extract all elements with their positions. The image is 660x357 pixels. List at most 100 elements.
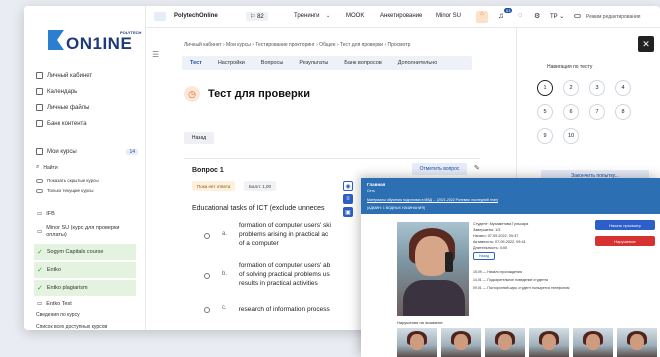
question-nav-4[interactable]: 4 — [615, 80, 631, 96]
proctoring-back-button[interactable]: Назад — [473, 252, 495, 260]
tab-test[interactable]: Тест — [182, 60, 210, 66]
answer-option-c[interactable]: c. research of information process — [204, 305, 359, 314]
menu-mook[interactable]: MOOK — [346, 13, 364, 19]
brand-link[interactable]: PolytechOnline — [174, 13, 218, 19]
show-hidden-toggle[interactable]: Показать скрытые курсы — [36, 178, 99, 183]
violation-button[interactable]: Нарушение — [595, 236, 655, 246]
toggle-icon — [36, 178, 43, 183]
course-item-ifb[interactable]: ▭ IFB — [34, 206, 136, 222]
proctoring-course-link[interactable]: Материалы обучения подготовки в МВД ... … — [367, 198, 498, 202]
close-icon[interactable]: ✕ — [638, 36, 654, 52]
sidebar-item-dashboard[interactable]: Личный кабинет — [36, 72, 92, 79]
question-nav-9[interactable]: 9 — [537, 128, 553, 144]
courses-count-badge: 14 — [126, 148, 138, 155]
menu-toggle-icon[interactable] — [154, 12, 166, 21]
file-icon — [36, 104, 43, 111]
course-icon: ▭ — [37, 228, 43, 235]
proctoring-header-title[interactable]: Главная — [367, 182, 385, 187]
radio-icon[interactable] — [204, 273, 210, 279]
question-nav-1[interactable]: 1 — [537, 80, 553, 96]
user-menu[interactable]: TP ⌄ — [550, 13, 564, 20]
pencil-icon[interactable]: ✎ — [474, 164, 484, 174]
gear-icon[interactable]: ⚙ — [534, 12, 540, 20]
tab-results[interactable]: Результаты — [291, 60, 336, 66]
question-nav-2[interactable]: 2 — [563, 80, 579, 96]
quiz-icon: ◷ — [184, 86, 200, 102]
flag-counter[interactable]: ⚐ 82 — [246, 12, 268, 21]
question-text: Educational tasks of ICT (exclude unnece… — [192, 205, 325, 212]
bell-icon[interactable]: ♫ — [498, 11, 504, 20]
question-nav-5[interactable]: 5 — [537, 104, 553, 120]
check-icon: ✓ — [37, 267, 43, 274]
logo[interactable]: ON1INE POLYTECH — [48, 28, 141, 58]
info-completed: Завершено: 1/3 — [473, 228, 501, 232]
violation-thumbnail[interactable] — [617, 328, 657, 357]
course-item-entko-plagiarism[interactable]: ✓ Entko plagiarism — [34, 280, 136, 296]
question-nav-3[interactable]: 3 — [589, 80, 605, 96]
proctoring-toolbar: ◉ ≡ ▣ — [343, 181, 357, 221]
course-item-minor-su[interactable]: ▭ Minor SU (курс для проверки оплаты) — [34, 222, 136, 242]
logo-text: ON1INE — [66, 34, 133, 53]
edit-mode-label: Режим редактирования — [586, 14, 641, 20]
quiz-navigation-title: Навигация по тесту — [547, 64, 593, 70]
question-nav-6[interactable]: 6 — [563, 104, 579, 120]
question-nav-7[interactable]: 7 — [589, 104, 605, 120]
violations-title: Нарушения на экзамене: — [397, 320, 444, 325]
courses-icon — [36, 148, 43, 155]
tab-more[interactable]: Дополнительно — [390, 60, 446, 66]
question-nav-10[interactable]: 10 — [563, 128, 579, 144]
violation-thumbnail[interactable] — [485, 328, 525, 357]
course-icon: ▭ — [37, 301, 43, 307]
menu-trainings[interactable]: Тренинги — [294, 13, 320, 19]
page-title: Тест для проверки — [208, 88, 310, 100]
radio-icon[interactable] — [204, 307, 210, 313]
sidebar-item-content-bank[interactable]: Банк контента — [36, 120, 87, 127]
tab-questions[interactable]: Вопросы — [253, 60, 292, 66]
logo-icon — [48, 30, 64, 50]
violation-thumbnail[interactable] — [529, 328, 569, 357]
settings-icon[interactable]: ≡ — [343, 194, 353, 204]
tab-question-bank[interactable]: Банк вопросов — [336, 60, 389, 66]
event-log-item: 14.01 — Подозрительное поведение студент… — [473, 278, 548, 282]
score-badge: Балл: 1,00 — [244, 181, 276, 191]
menu-minor[interactable]: Minor SU — [436, 13, 461, 19]
camera-icon[interactable]: ▣ — [343, 207, 353, 217]
edit-mode-toggle[interactable] — [574, 14, 581, 20]
collapse-drawer-icon[interactable]: ☰ — [152, 50, 159, 59]
tab-settings[interactable]: Настройки — [210, 60, 253, 66]
calendar-icon — [36, 88, 43, 95]
sidebar-item-my-courses[interactable]: Мои курсы 14 — [36, 148, 138, 155]
sidebar-item-calendar[interactable]: Календарь — [36, 88, 77, 95]
info-duration: Длительность: 4:00 — [473, 246, 508, 250]
top-navbar: PolytechOnline ⚐ 82 Тренинги ⌄ MOOK Анке… — [146, 6, 660, 28]
eye-icon[interactable]: ◉ — [343, 181, 353, 191]
course-item-entko-test[interactable]: ▭ Entko Test — [34, 296, 136, 312]
status-badge: Пока нет ответа — [192, 181, 236, 191]
only-current-toggle[interactable]: Только текущие курсы — [36, 188, 94, 193]
menu-survey[interactable]: Анкетирование — [380, 13, 422, 19]
answer-option-b[interactable]: b. formation of computer users' ab of so… — [204, 261, 359, 288]
radio-icon[interactable] — [204, 233, 210, 239]
student-video[interactable] — [397, 222, 469, 316]
violation-thumbnail[interactable] — [573, 328, 613, 357]
all-courses-link[interactable]: Список всех доступных курсов — [36, 324, 107, 330]
proctoring-session-label: (АДМИН: 1 ВОДНЫХ НАЧИНАНИЯ) — [367, 206, 426, 210]
back-button[interactable]: Назад — [184, 132, 214, 144]
course-search-input[interactable]: ⌕ Найти — [36, 164, 58, 171]
info-activity: Активность: 07.09.2022, 09:41 — [473, 240, 526, 244]
question-nav-8[interactable]: 8 — [615, 104, 631, 120]
violation-thumbnail[interactable] — [397, 328, 437, 357]
course-details-link[interactable]: Сведения по курсу — [36, 312, 80, 318]
course-item-entko[interactable]: ✓ Entko — [34, 262, 136, 278]
chat-icon[interactable]: ◌ — [518, 12, 522, 19]
lock-icon[interactable]: ⌂ — [476, 11, 488, 23]
violation-thumbnail[interactable] — [441, 328, 481, 357]
info-student: Студент: Мухаметова Гульсара — [473, 222, 529, 226]
course-item-sogym[interactable]: ✓ Sogym Capitals course — [34, 244, 136, 260]
start-review-button[interactable]: Начать просмотр — [595, 220, 655, 230]
phone-in-hand — [445, 252, 453, 272]
secondary-nav: Тест Настройки Вопросы Результаты Банк в… — [182, 56, 472, 70]
flag-question-button[interactable]: Отметить вопрос — [412, 163, 467, 175]
sidebar-item-files[interactable]: Личные файлы — [36, 104, 89, 111]
answer-option-a[interactable]: a. formation of computer users' ski prob… — [204, 221, 359, 248]
